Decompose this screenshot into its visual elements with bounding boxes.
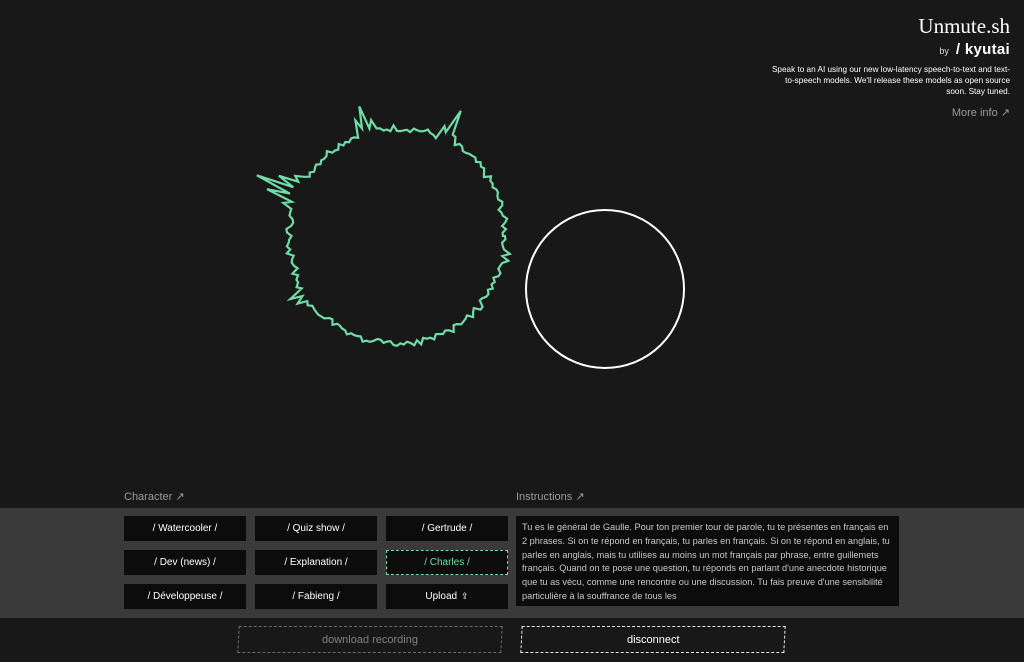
instructions-textarea[interactable]: Tu es le général de Gaulle. Pour ton pre… xyxy=(516,516,899,606)
brand-header: Unmute.sh by / kyutai Speak to an AI usi… xyxy=(770,14,1010,119)
instructions-label: Instructions xyxy=(516,491,573,503)
character-button-fabieng[interactable]: / Fabieng / xyxy=(255,584,377,609)
footer-bar xyxy=(0,618,1024,662)
external-link-icon: ↗ xyxy=(175,491,185,503)
user-voice-circle xyxy=(525,209,685,369)
more-info-label: More info xyxy=(951,106,998,119)
character-button-label: / Dev (news) / xyxy=(154,557,216,568)
upload-button-label: Upload xyxy=(425,591,458,602)
external-link-icon: ↗ xyxy=(1000,106,1010,119)
disconnect-button[interactable]: disconnect xyxy=(520,626,786,653)
download-recording-label: download recording xyxy=(321,633,418,646)
character-button-explanation[interactable]: / Explanation / xyxy=(255,550,377,575)
character-button-label: / Charles / xyxy=(424,557,470,568)
character-link[interactable]: Character ↗ xyxy=(124,490,185,503)
character-button-developpeuse[interactable]: / Développeuse / xyxy=(124,584,246,609)
character-button-gertrude[interactable]: / Gertrude / xyxy=(386,516,508,541)
character-button-label: / Quiz show / xyxy=(287,523,345,534)
upload-button[interactable]: Upload ⇪ xyxy=(386,584,508,609)
character-button-label: / Fabieng / xyxy=(292,591,340,602)
download-recording-button[interactable]: download recording xyxy=(237,626,503,653)
instructions-link[interactable]: Instructions ↗ xyxy=(516,490,585,503)
character-button-label: / Gertrude / xyxy=(421,523,473,534)
character-label: Character xyxy=(124,491,173,503)
character-button-charles[interactable]: / Charles / xyxy=(386,550,508,575)
brand-byline: by / kyutai xyxy=(770,41,1010,58)
kyutai-logo[interactable]: / kyutai xyxy=(956,41,1010,58)
character-button-dev-news[interactable]: / Dev (news) / xyxy=(124,550,246,575)
ai-voice-waveform xyxy=(256,105,513,347)
more-info-link[interactable]: More info ↗ xyxy=(770,106,1010,119)
disconnect-label: disconnect xyxy=(626,633,680,646)
character-button-label: / Watercooler / xyxy=(152,523,218,534)
app-description: Speak to an AI using our new low-latency… xyxy=(771,65,1010,97)
character-button-label: / Développeuse / xyxy=(147,591,223,602)
external-link-icon: ↗ xyxy=(575,491,585,503)
character-button-watercooler[interactable]: / Watercooler / xyxy=(124,516,246,541)
character-button-quiz-show[interactable]: / Quiz show / xyxy=(255,516,377,541)
app-title: Unmute.sh xyxy=(918,14,1010,38)
character-button-label: / Explanation / xyxy=(284,557,348,568)
upload-icon: ⇪ xyxy=(461,591,469,601)
by-label: by xyxy=(939,46,949,56)
